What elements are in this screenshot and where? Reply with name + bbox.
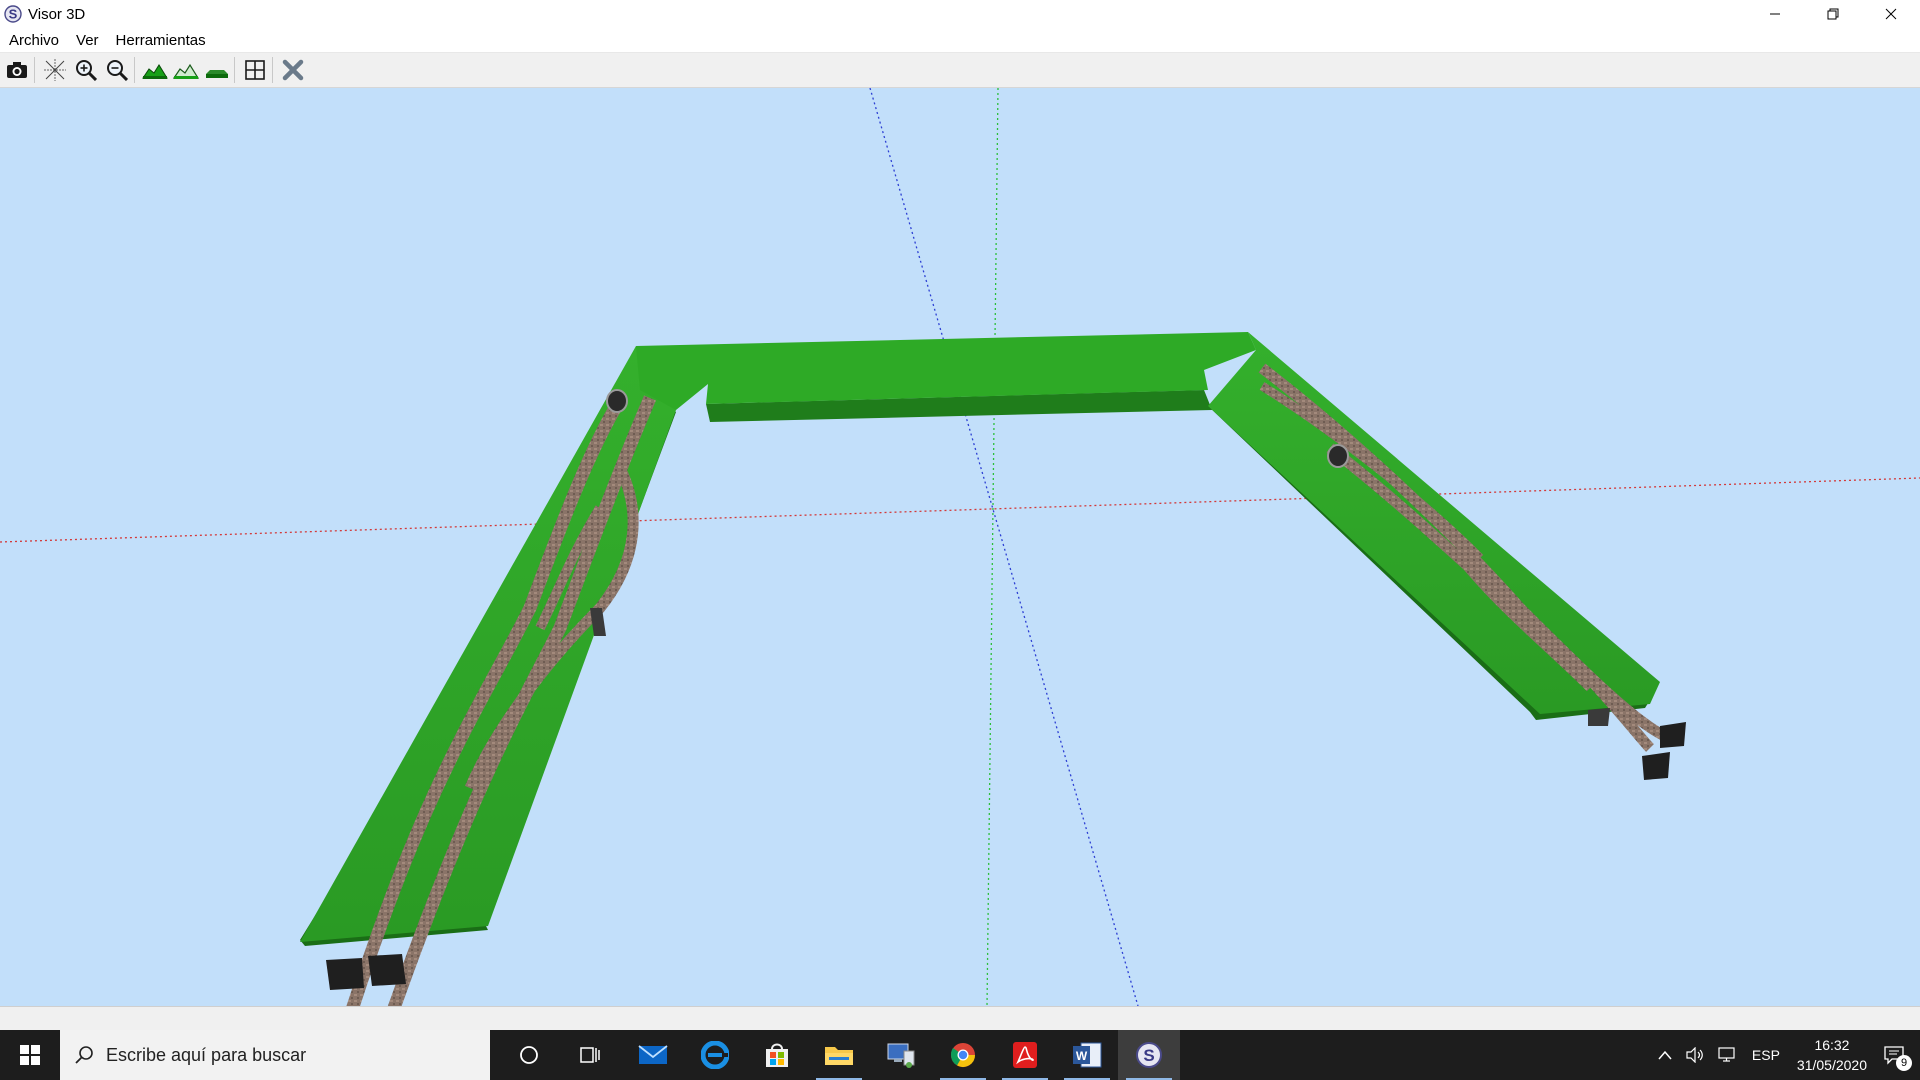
right-track-end-1 xyxy=(1660,722,1686,748)
chevron-up-icon xyxy=(1658,1050,1672,1060)
menu-bar: Archivo Ver Herramientas xyxy=(0,28,1920,53)
svg-text:S: S xyxy=(1143,1046,1154,1065)
zoom-out-button[interactable] xyxy=(103,56,131,84)
terrain-view-1-button[interactable] xyxy=(141,56,169,84)
show-hidden-icons-button[interactable] xyxy=(1658,1050,1672,1060)
system-tray: ESP 16:32 31/05/2020 9 xyxy=(1651,1030,1920,1080)
taskbar-edge[interactable] xyxy=(684,1030,746,1080)
taskbar-file-explorer[interactable] xyxy=(808,1030,870,1080)
task-view-icon xyxy=(580,1047,600,1063)
word-icon: W xyxy=(1073,1042,1102,1068)
search-box[interactable]: Escribe aquí para buscar xyxy=(60,1030,490,1080)
pdf-icon xyxy=(1013,1042,1037,1068)
cortana-icon xyxy=(520,1046,538,1064)
edge-browser-icon xyxy=(701,1041,729,1069)
camera-button[interactable] xyxy=(3,56,31,84)
window-title: Visor 3D xyxy=(28,5,86,23)
terrain-flat-button[interactable] xyxy=(203,56,231,84)
clock[interactable]: 16:32 31/05/2020 xyxy=(1797,1035,1867,1075)
z-axis-line xyxy=(869,88,1139,1006)
taskbar-chrome[interactable] xyxy=(932,1030,994,1080)
toolbar-separator xyxy=(234,57,235,83)
restore-button[interactable] xyxy=(1804,0,1862,28)
menu-ver[interactable]: Ver xyxy=(76,32,99,49)
taskbar-store[interactable] xyxy=(746,1030,808,1080)
delete-button[interactable] xyxy=(279,56,307,84)
svg-text:S: S xyxy=(9,7,18,22)
network-button[interactable] xyxy=(1718,1047,1738,1063)
terrain-view-2-button[interactable] xyxy=(172,56,200,84)
svg-text:W: W xyxy=(1076,1049,1088,1063)
toolbar-separator xyxy=(134,57,135,83)
app-logo-icon: S xyxy=(1136,1042,1162,1068)
toolbar xyxy=(0,53,1920,88)
x-axis-line xyxy=(0,477,1920,543)
fit-view-icon xyxy=(245,60,265,80)
menu-herramientas[interactable]: Herramientas xyxy=(116,32,206,49)
start-button[interactable] xyxy=(0,1030,60,1080)
left-leg-top xyxy=(300,346,676,942)
notification-count-badge: 9 xyxy=(1896,1055,1912,1071)
cortana-button[interactable] xyxy=(498,1030,560,1080)
taskbar-network-app[interactable] xyxy=(870,1030,932,1080)
camera-icon xyxy=(7,62,27,78)
minimize-button[interactable] xyxy=(1746,0,1804,28)
volume-button[interactable] xyxy=(1686,1047,1704,1063)
close-icon xyxy=(1885,8,1897,20)
clock-date: 31/05/2020 xyxy=(1796,1057,1867,1073)
zoom-out-icon xyxy=(107,60,128,81)
terrain-outline-icon xyxy=(173,63,199,79)
restore-icon xyxy=(1827,8,1839,20)
chrome-icon xyxy=(950,1043,975,1068)
store-icon xyxy=(766,1043,788,1067)
right-tunnel-portal xyxy=(1327,444,1349,468)
scene-canvas[interactable] xyxy=(0,88,1920,1006)
language-indicator[interactable]: ESP xyxy=(1752,1047,1780,1063)
right-track-end-2 xyxy=(1642,752,1670,780)
right-track-stub xyxy=(1588,708,1610,726)
3d-viewport[interactable] xyxy=(0,88,1920,1006)
taskbar-acrobat[interactable] xyxy=(994,1030,1056,1080)
taskbar-word[interactable]: W xyxy=(1056,1030,1118,1080)
axes-button[interactable] xyxy=(41,56,69,84)
close-button[interactable] xyxy=(1862,0,1920,28)
title-bar: S Visor 3D xyxy=(0,0,1920,28)
delete-icon xyxy=(282,59,304,81)
network-icon xyxy=(1718,1047,1735,1062)
taskbar-visor3d[interactable]: S xyxy=(1118,1030,1180,1080)
axes-icon xyxy=(44,59,66,81)
left-track-end-1 xyxy=(326,958,364,990)
minimize-icon xyxy=(1770,13,1780,15)
volume-icon xyxy=(1686,1047,1703,1063)
zoom-in-icon xyxy=(76,60,97,81)
zoom-in-button[interactable] xyxy=(72,56,100,84)
mail-icon xyxy=(638,1045,668,1064)
left-tunnel-portal xyxy=(606,389,628,413)
y-axis-line xyxy=(986,88,999,1006)
taskbar: Escribe aquí para buscar W S ESP 16:32 3… xyxy=(0,1030,1920,1080)
left-track-end-2 xyxy=(368,954,406,986)
status-bar xyxy=(0,1006,1920,1031)
search-placeholder: Escribe aquí para buscar xyxy=(106,1044,307,1065)
terrain-icon xyxy=(142,64,168,79)
search-icon xyxy=(75,1046,93,1064)
toolbar-separator xyxy=(272,57,273,83)
taskbar-mail[interactable] xyxy=(622,1030,684,1080)
fit-view-button[interactable] xyxy=(241,56,269,84)
folder-icon xyxy=(825,1047,853,1065)
task-view-button[interactable] xyxy=(560,1030,622,1080)
clock-time: 16:32 xyxy=(1814,1037,1850,1053)
windows-logo-icon xyxy=(20,1045,40,1065)
notifications-button[interactable]: 9 xyxy=(1884,1045,1912,1071)
computer-icon xyxy=(887,1043,915,1068)
terrain-flat-icon xyxy=(206,70,228,78)
menu-archivo[interactable]: Archivo xyxy=(9,32,59,49)
toolbar-separator xyxy=(34,57,35,83)
app-logo-icon: S xyxy=(4,5,22,23)
